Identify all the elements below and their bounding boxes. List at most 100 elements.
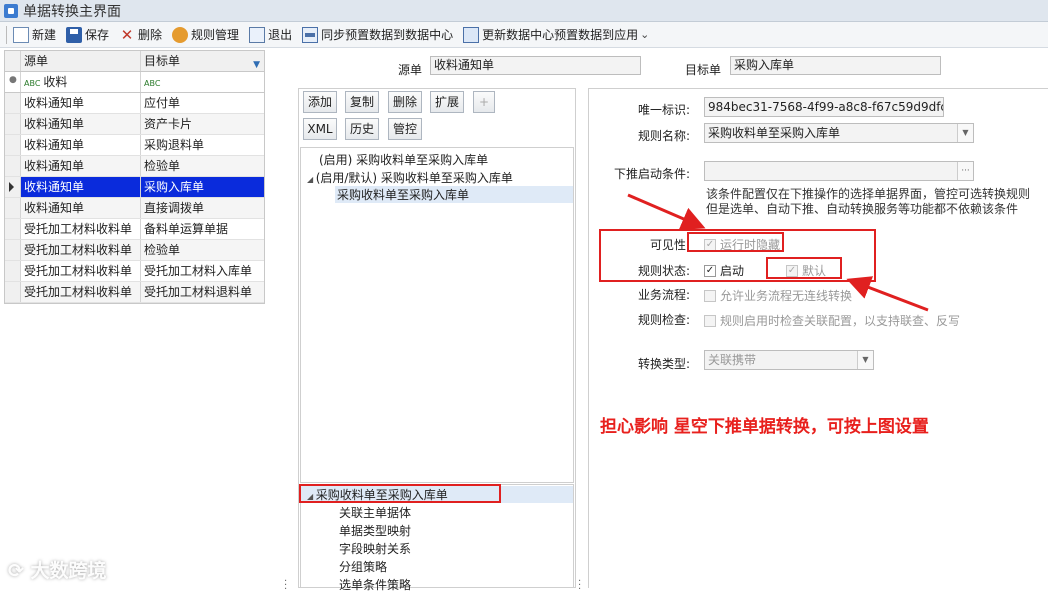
new-button[interactable]: 新建: [13, 24, 56, 46]
detail-item-main-entity[interactable]: 关联主单据体: [339, 504, 411, 521]
rule-name-select[interactable]: 采购收料单至采购入库单 ▼: [704, 123, 974, 143]
cell-source[interactable]: 收料通知单: [21, 156, 141, 176]
table-row[interactable]: 收料通知单 采购入库单: [5, 177, 264, 198]
add-button[interactable]: 添加: [303, 91, 337, 113]
target-field[interactable]: 采购入库单: [730, 56, 941, 75]
rules-button[interactable]: 规则管理: [172, 24, 239, 46]
tree-node-selected[interactable]: 采购收料单至采购入库单: [335, 186, 573, 203]
rule-check-label: 规则检查:: [637, 313, 690, 327]
xml-button[interactable]: XML: [303, 118, 337, 140]
cell-target[interactable]: 采购退料单: [141, 135, 264, 155]
chevron-down-icon[interactable]: ▼: [957, 124, 973, 142]
extend-button[interactable]: 扩展: [430, 91, 464, 113]
cell-source[interactable]: 收料通知单: [21, 198, 141, 218]
cell-target[interactable]: 资产卡片: [141, 114, 264, 134]
cell-source[interactable]: 收料通知单: [21, 93, 141, 113]
splitter-grip: · · ·: [578, 576, 582, 595]
table-row[interactable]: 收料通知单 检验单: [5, 156, 264, 177]
table-row[interactable]: 收料通知单 采购退料单: [5, 135, 264, 156]
filter-row-corner: ●: [5, 72, 21, 92]
row-indicator: [5, 240, 21, 260]
detail-item-select-policy[interactable]: 选单条件策略: [339, 576, 411, 593]
title-bar: 单据转换主界面: [0, 0, 1048, 22]
cell-target[interactable]: 检验单: [141, 156, 264, 176]
table-row[interactable]: 收料通知单 资产卡片: [5, 114, 264, 135]
window-title: 单据转换主界面: [23, 3, 121, 20]
source-field[interactable]: 收料通知单: [430, 56, 641, 75]
cell-source[interactable]: 受托加工材料收料单: [21, 282, 141, 302]
source-label: 源单: [398, 63, 423, 77]
col-source-header[interactable]: 源单: [21, 51, 141, 71]
toolbar: 新建 保存 ✕ 删除 规则管理 退出 同步预置数据到数据中心 更新数据中心预置数据…: [0, 22, 1048, 48]
convert-type-select[interactable]: 关联携带 ▼: [704, 350, 874, 370]
row-indicator: [5, 177, 21, 197]
cell-source[interactable]: 收料通知单: [21, 114, 141, 134]
exit-icon: [249, 26, 266, 43]
cell-target[interactable]: 检验单: [141, 240, 264, 260]
tree-node-default[interactable]: ◢ (启用/默认) 采购收料单至采购入库单: [307, 169, 513, 186]
watermark: ⟳ 大数跨境: [8, 556, 107, 583]
new-doc-icon: [13, 26, 29, 43]
cell-target[interactable]: 备料单运算单据: [141, 219, 264, 239]
exit-button[interactable]: 退出: [249, 24, 292, 46]
table-row[interactable]: 受托加工材料收料单 备料单运算单据: [5, 219, 264, 240]
tree-node-enabled[interactable]: (启用) 采购收料单至采购入库单: [319, 151, 488, 168]
table-row[interactable]: 受托加工材料收料单 受托加工材料入库单: [5, 261, 264, 282]
grid-corner: [5, 51, 21, 71]
filter-icon[interactable]: ▼: [253, 55, 260, 71]
collapse-icon[interactable]: ◢: [307, 175, 316, 184]
delete-button[interactable]: ✕ 删除: [119, 24, 162, 46]
cell-target[interactable]: 采购入库单: [141, 177, 264, 197]
copy-button[interactable]: 复制: [345, 91, 379, 113]
control-button[interactable]: 管控: [388, 118, 422, 140]
condition-note-line2: 但是选单、自动下推、自动转换服务等功能都不依赖该条件: [706, 202, 1019, 216]
update-label: 更新数据中心预置数据到应用: [482, 28, 639, 42]
allow-unlinked-flow-checkbox[interactable]: 允许业务流程无连线转换: [704, 287, 852, 304]
push-condition-field[interactable]: ···: [704, 161, 974, 181]
save-button[interactable]: 保存: [66, 24, 109, 46]
plus-button[interactable]: +: [473, 91, 495, 113]
watermark-text: 大数跨境: [30, 560, 107, 582]
detail-item-group-policy[interactable]: 分组策略: [339, 558, 387, 575]
table-row[interactable]: 受托加工材料收料单 受托加工材料退料单: [5, 282, 264, 303]
cell-source[interactable]: 受托加工材料收料单: [21, 240, 141, 260]
row-indicator: [5, 135, 21, 155]
table-row[interactable]: 收料通知单 应付单: [5, 93, 264, 114]
check-association-checkbox[interactable]: 规则启用时检查关联配置，以支持联查、反写: [704, 312, 960, 329]
delete-rule-button[interactable]: 删除: [388, 91, 422, 113]
ellipsis-icon[interactable]: ···: [957, 162, 973, 180]
toolbar-grip: [6, 25, 7, 44]
cell-target[interactable]: 受托加工材料退料单: [141, 282, 264, 302]
cell-target[interactable]: 应付单: [141, 93, 264, 113]
cell-target[interactable]: 直接调拨单: [141, 198, 264, 218]
cell-source[interactable]: 收料通知单: [21, 177, 141, 197]
cell-source[interactable]: 受托加工材料收料单: [21, 261, 141, 281]
cell-source[interactable]: 收料通知单: [21, 135, 141, 155]
row-indicator: [5, 282, 21, 302]
chevron-down-icon[interactable]: ⌄: [640, 28, 649, 41]
row-indicator: [5, 114, 21, 134]
table-row[interactable]: 受托加工材料收料单 检验单: [5, 240, 264, 261]
detail-item-billtype-map[interactable]: 单据类型映射: [339, 522, 411, 539]
cell-target[interactable]: 受托加工材料入库单: [141, 261, 264, 281]
uid-field[interactable]: 984bec31-7568-4f99-a8c8-f67c59d9dfc6: [704, 97, 944, 117]
splitter-right[interactable]: · · ·: [576, 50, 584, 595]
target-filter-input[interactable]: ABC: [141, 72, 264, 92]
sync-icon: [302, 26, 319, 43]
row-indicator: [5, 156, 21, 176]
source-filter-input[interactable]: ABC 收料: [21, 72, 141, 92]
check-association-label: 规则启用时检查关联配置，以支持联查、反写: [720, 314, 961, 328]
splitter-left[interactable]: · · ·: [282, 50, 290, 595]
detail-item-field-map[interactable]: 字段映射关系: [339, 540, 411, 557]
table-row[interactable]: 收料通知单 直接调拨单: [5, 198, 264, 219]
save-icon: [66, 26, 83, 43]
allow-unlinked-flow-label: 允许业务流程无连线转换: [720, 289, 853, 303]
update-button[interactable]: 更新数据中心预置数据到应用 ⌄: [463, 24, 649, 46]
sync-button[interactable]: 同步预置数据到数据中心: [302, 24, 453, 46]
col-target-header[interactable]: 目标单 ▼: [141, 51, 264, 71]
new-label: 新建: [32, 28, 57, 42]
chevron-down-icon[interactable]: ▼: [857, 351, 873, 369]
splitter-grip: · · ·: [284, 576, 288, 595]
cell-source[interactable]: 受托加工材料收料单: [21, 219, 141, 239]
history-button[interactable]: 历史: [345, 118, 379, 140]
